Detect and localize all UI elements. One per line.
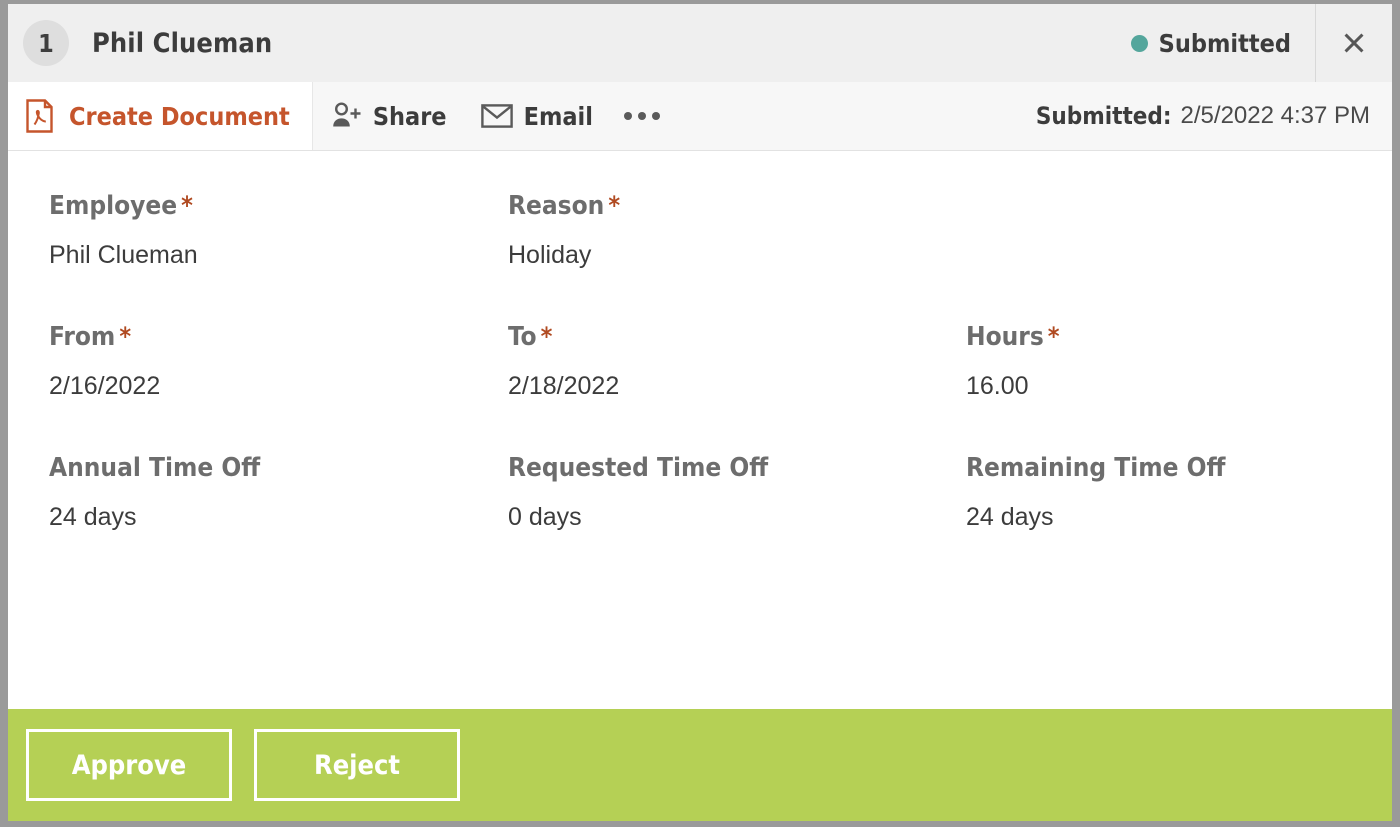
- close-button[interactable]: [1316, 4, 1392, 82]
- required-marker: *: [608, 191, 621, 220]
- status-label: Submitted: [1158, 28, 1291, 58]
- field-label: Remaining Time Off: [966, 453, 1226, 483]
- field-value: 24 days: [966, 503, 1054, 531]
- share-button[interactable]: Share: [313, 82, 464, 150]
- field-value: 24 days: [49, 503, 137, 531]
- field-value: Holiday: [508, 241, 592, 269]
- field-hours: Hours * 16.00: [925, 322, 1383, 401]
- status-dot-icon: [1130, 34, 1148, 52]
- person-add-icon: [330, 101, 362, 131]
- field-value: Phil Clueman: [49, 241, 198, 269]
- email-label: Email: [523, 101, 593, 131]
- field-value: 2/18/2022: [508, 372, 620, 400]
- form-row: Employee * Phil Clueman Reason * Holiday: [8, 191, 1392, 270]
- field-from: From * 2/16/2022: [8, 322, 467, 401]
- field-label: Annual Time Off: [49, 453, 261, 483]
- pdf-document-icon: [26, 99, 56, 133]
- field-label: Requested Time Off: [508, 453, 769, 483]
- field-requested-time-off: Requested Time Off 0 days: [467, 453, 925, 532]
- record-number-badge: 1: [23, 20, 69, 66]
- field-label: From *: [49, 322, 467, 352]
- field-value: 16.00: [966, 372, 1029, 400]
- field-annual-time-off: Annual Time Off 24 days: [8, 453, 467, 532]
- field-label: Reason *: [508, 191, 925, 221]
- field-label-text: Employee: [49, 191, 178, 221]
- field-label-text: From: [49, 322, 116, 352]
- ellipsis-dot: [623, 112, 632, 120]
- create-document-label: Create Document: [69, 101, 290, 131]
- submitted-timestamp-label: Submitted:: [1035, 102, 1172, 130]
- form-row: From * 2/16/2022 To * 2/18/2022 Hours * 16.…: [8, 322, 1392, 401]
- titlebar: 1 Phil Clueman Submitted: [8, 4, 1392, 82]
- field-label-text: Hours: [966, 322, 1044, 352]
- field-label-text: To: [508, 322, 537, 352]
- field-label: Hours *: [966, 322, 1383, 352]
- required-marker: *: [119, 322, 132, 351]
- email-button[interactable]: Email: [464, 82, 610, 150]
- ellipsis-dot: [651, 112, 660, 120]
- required-marker: *: [1047, 322, 1060, 351]
- close-icon: [1339, 28, 1369, 58]
- share-label: Share: [372, 101, 447, 131]
- field-employee: Employee * Phil Clueman: [8, 191, 467, 270]
- field-reason: Reason * Holiday: [467, 191, 925, 270]
- required-marker: *: [181, 191, 193, 220]
- form-row: Annual Time Off 24 days Requested Time O…: [8, 453, 1392, 532]
- ellipsis-dot: [637, 112, 646, 120]
- create-document-button[interactable]: Create Document: [8, 82, 313, 150]
- required-marker: *: [540, 322, 553, 351]
- action-toolbar: Create Document Share Email Submitted: 2…: [8, 82, 1392, 151]
- field-label-text: Reason: [508, 191, 605, 221]
- window-inner: 1 Phil Clueman Submitted Create Document…: [8, 4, 1392, 821]
- envelope-icon: [480, 103, 513, 129]
- record-detail-window: 1 Phil Clueman Submitted Create Document…: [0, 0, 1400, 827]
- field-remaining-time-off: Remaining Time Off 24 days: [925, 453, 1383, 532]
- form-body: Employee * Phil Clueman Reason * Holiday F…: [8, 151, 1392, 709]
- submitted-timestamp: Submitted: 2/5/2022 4:37 PM: [1036, 82, 1392, 150]
- field-to: To * 2/18/2022: [467, 322, 925, 401]
- submitted-timestamp-value: 2/5/2022 4:37 PM: [1180, 102, 1370, 129]
- approve-button[interactable]: Approve: [26, 729, 232, 801]
- approval-action-bar: Approve Reject: [8, 709, 1392, 821]
- field-value: 2/16/2022: [49, 372, 161, 400]
- record-title: Phil Clueman: [92, 27, 273, 59]
- status-badge: Submitted: [1130, 4, 1315, 82]
- field-label: To *: [508, 322, 925, 352]
- field-value: 0 days: [508, 503, 582, 531]
- ellipsis-icon[interactable]: [610, 82, 680, 150]
- field-label: Employee *: [49, 191, 467, 221]
- reject-button[interactable]: Reject: [254, 729, 460, 801]
